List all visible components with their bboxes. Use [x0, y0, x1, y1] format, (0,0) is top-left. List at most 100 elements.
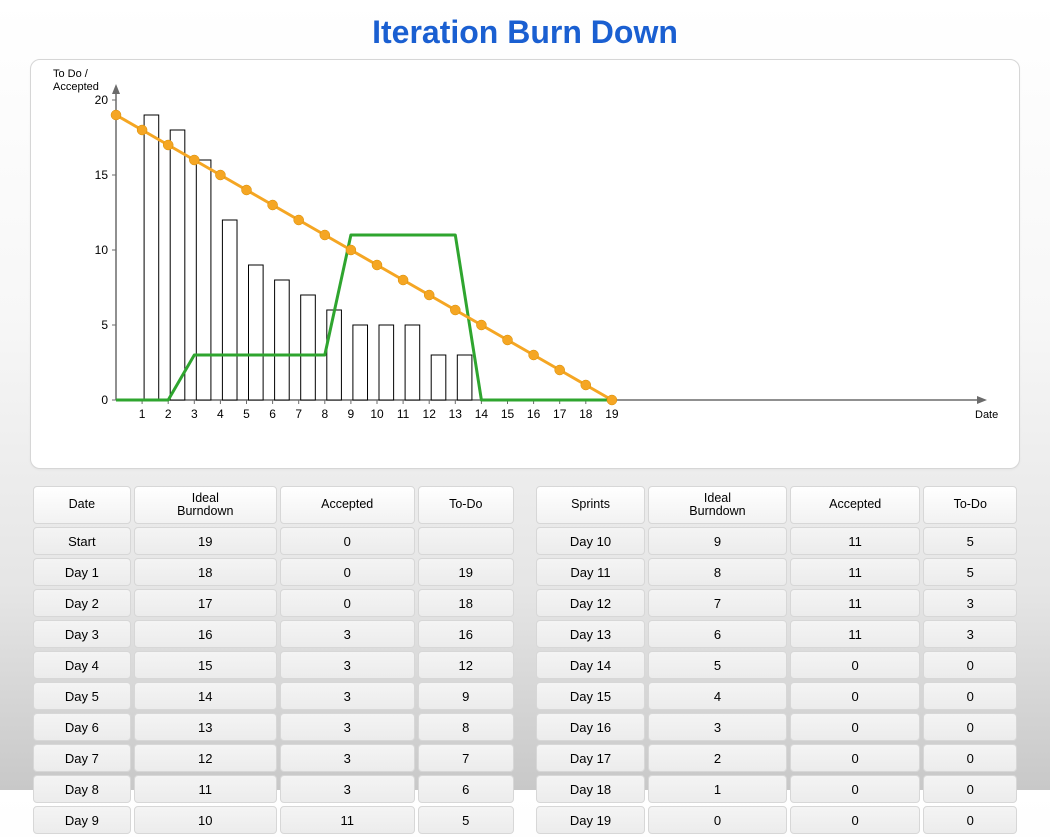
table-cell: Day 8: [33, 775, 131, 803]
table-cell: 11: [790, 558, 921, 586]
table-cell: 12: [134, 744, 277, 772]
svg-text:16: 16: [527, 407, 541, 421]
table-cell: 1: [648, 775, 787, 803]
table-cell: Day 17: [536, 744, 645, 772]
table-row: Day 118019: [33, 558, 514, 586]
table-cell: Day 12: [536, 589, 645, 617]
svg-text:13: 13: [449, 407, 463, 421]
svg-text:15: 15: [95, 168, 109, 182]
table-row: Day 18100: [536, 775, 1017, 803]
table-cell: 0: [923, 744, 1017, 772]
table-cell: 3: [280, 620, 415, 648]
table-cell: 11: [280, 806, 415, 834]
svg-text:18: 18: [579, 407, 593, 421]
table-cell: Day 1: [33, 558, 131, 586]
col-header: To-Do: [923, 486, 1017, 524]
table-cell: Day 10: [536, 527, 645, 555]
table-row: Day 16300: [536, 713, 1017, 741]
table-row: Day 71237: [33, 744, 514, 772]
svg-text:11: 11: [397, 407, 410, 421]
table-cell: 7: [418, 744, 514, 772]
table-row: Day 910115: [33, 806, 514, 834]
table-cell: 16: [134, 620, 277, 648]
svg-text:7: 7: [295, 407, 302, 421]
table-cell: Day 18: [536, 775, 645, 803]
table-cell: 8: [418, 713, 514, 741]
burn-down-chart: 0510152012345678910111213141516171819Dat…: [41, 70, 1001, 440]
table-cell: 12: [418, 651, 514, 679]
svg-text:10: 10: [370, 407, 384, 421]
table-cell: 18: [134, 558, 277, 586]
table-cell: Day 11: [536, 558, 645, 586]
table-cell: 3: [280, 651, 415, 679]
table-cell: 3: [280, 682, 415, 710]
table-cell: 3: [923, 589, 1017, 617]
table-cell: 3: [280, 713, 415, 741]
table-cell: 10: [134, 806, 277, 834]
svg-text:3: 3: [191, 407, 198, 421]
table-row: Day 109115: [536, 527, 1017, 555]
col-header: Date: [33, 486, 131, 524]
table-cell: 0: [923, 806, 1017, 834]
table-cell: Day 19: [536, 806, 645, 834]
table-cell: 11: [790, 620, 921, 648]
table-row: Day 316316: [33, 620, 514, 648]
table-cell: 14: [134, 682, 277, 710]
table-cell: Day 15: [536, 682, 645, 710]
svg-text:1: 1: [139, 407, 146, 421]
table-cell: Day 4: [33, 651, 131, 679]
table-cell: Day 9: [33, 806, 131, 834]
svg-text:14: 14: [475, 407, 489, 421]
table-cell: Day 5: [33, 682, 131, 710]
table-row: Day 14500: [536, 651, 1017, 679]
table-cell: 11: [790, 589, 921, 617]
table-cell: 5: [923, 527, 1017, 555]
table-cell: 15: [134, 651, 277, 679]
table-cell: 11: [790, 527, 921, 555]
svg-text:2: 2: [165, 407, 172, 421]
col-header: Accepted: [280, 486, 415, 524]
table-cell: 0: [790, 744, 921, 772]
table-cell: 16: [418, 620, 514, 648]
svg-text:4: 4: [217, 407, 224, 421]
col-header: Sprints: [536, 486, 645, 524]
table-cell: Day 7: [33, 744, 131, 772]
table-row: Day 51439: [33, 682, 514, 710]
chart-panel: To Do /Accepted 051015201234567891011121…: [30, 59, 1020, 469]
svg-text:Date: Date: [975, 409, 998, 421]
svg-text:10: 10: [95, 243, 109, 257]
table-row: Day 118115: [536, 558, 1017, 586]
table-cell: 5: [648, 651, 787, 679]
table-row: Day 15400: [536, 682, 1017, 710]
data-table-right: SprintsIdealBurndownAcceptedTo-DoDay 109…: [533, 483, 1020, 837]
table-cell: 5: [923, 558, 1017, 586]
table-cell: 0: [280, 558, 415, 586]
table-cell: Day 6: [33, 713, 131, 741]
table-cell: [418, 527, 514, 555]
table-row: Day 415312: [33, 651, 514, 679]
table-cell: 4: [648, 682, 787, 710]
svg-text:8: 8: [321, 407, 328, 421]
table-cell: 0: [790, 651, 921, 679]
table-row: Day 61338: [33, 713, 514, 741]
svg-text:6: 6: [269, 407, 276, 421]
table-cell: 3: [648, 713, 787, 741]
table-cell: 0: [790, 775, 921, 803]
table-cell: 11: [134, 775, 277, 803]
table-cell: 0: [923, 651, 1017, 679]
table-cell: Day 3: [33, 620, 131, 648]
table-cell: Day 16: [536, 713, 645, 741]
table-cell: 0: [280, 527, 415, 555]
data-tables: DateIdealBurndownAcceptedTo-DoStart190Da…: [30, 483, 1020, 837]
table-cell: 17: [134, 589, 277, 617]
svg-text:9: 9: [348, 407, 355, 421]
table-cell: 3: [923, 620, 1017, 648]
table-cell: 18: [418, 589, 514, 617]
table-cell: 9: [418, 682, 514, 710]
table-cell: 0: [790, 806, 921, 834]
table-row: Day 217018: [33, 589, 514, 617]
table-cell: 0: [923, 713, 1017, 741]
table-cell: Start: [33, 527, 131, 555]
table-cell: Day 14: [536, 651, 645, 679]
col-header: IdealBurndown: [648, 486, 787, 524]
